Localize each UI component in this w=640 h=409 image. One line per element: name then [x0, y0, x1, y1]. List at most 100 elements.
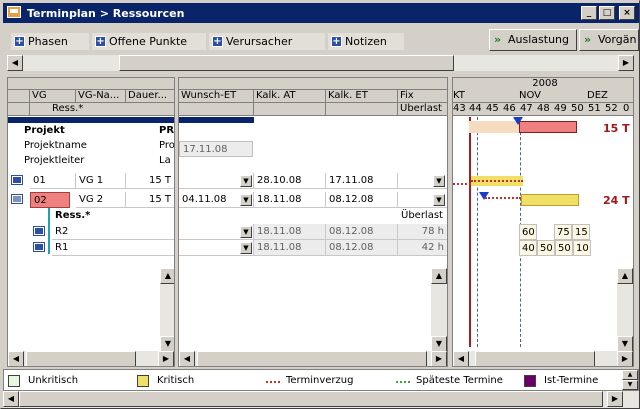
- vg-cell-selected[interactable]: 02: [30, 192, 70, 208]
- project-critical-bar[interactable]: [519, 121, 577, 133]
- resource-name-cell[interactable]: R1: [52, 240, 174, 256]
- scrollbar-thumb[interactable]: [19, 391, 603, 407]
- vg-header[interactable]: VG: [30, 90, 76, 103]
- scroll-right-icon[interactable]: ▶: [158, 351, 174, 366]
- kalk-et-header[interactable]: Kalk. ET: [326, 90, 398, 103]
- project-info-panel: Projekt PR Projektname Pro Projektleiter…: [8, 123, 175, 171]
- scroll-left-icon[interactable]: ◀: [453, 351, 469, 366]
- expand-icon[interactable]: [11, 175, 23, 185]
- dropdown-arrow-icon[interactable]: ▼: [240, 226, 252, 238]
- scroll-up-icon[interactable]: ▲: [622, 370, 638, 380]
- legend-label: Unkritisch: [28, 375, 79, 386]
- load-cell: 50: [537, 240, 555, 256]
- scroll-right-icon[interactable]: ▶: [617, 351, 633, 366]
- offene-punkte-button[interactable]: + Offene Punkte: [92, 33, 206, 50]
- projektleiter-label: Projektleiter: [24, 155, 85, 166]
- tree-header: [8, 90, 30, 103]
- tree-header-2: [8, 103, 30, 116]
- kalk-at-cell[interactable]: 18.11.08: [254, 192, 326, 208]
- legend-label: Späteste Termine: [416, 375, 503, 386]
- dropdown-arrow-icon[interactable]: ▼: [240, 175, 252, 187]
- scroll-down-icon[interactable]: ▼: [622, 380, 638, 390]
- gantt-chart-pane: 2008 KT NOV DEZ 43 44 45 46 47 48 49 50 …: [452, 77, 634, 367]
- collapse-icon[interactable]: [11, 194, 23, 204]
- scrollbar-thumb[interactable]: [119, 55, 454, 71]
- mid-blank-subheader: [254, 103, 326, 116]
- auslastung-button[interactable]: » Auslastung: [489, 29, 577, 51]
- dauer-cell[interactable]: 15 T: [126, 173, 174, 189]
- vg2-bar[interactable]: [521, 194, 579, 206]
- wunsch-et-header[interactable]: Wunsch-ET: [179, 90, 254, 103]
- gantt-months: KT NOV DEZ: [453, 90, 633, 103]
- verursacher-button[interactable]: + Verursacher: [209, 33, 325, 50]
- mid-blank-header: [179, 78, 447, 90]
- kalk-et-cell[interactable]: 17.11.08: [326, 173, 398, 189]
- dropdown-arrow-icon[interactable]: ▼: [433, 175, 445, 187]
- plus-icon: +: [212, 36, 223, 47]
- vg2-duration-label: 24 T: [603, 194, 630, 207]
- mid-blank-subheader: [179, 103, 254, 116]
- scrollbar-thumb[interactable]: [26, 351, 136, 366]
- vg-name-cell[interactable]: VG 2: [76, 192, 126, 208]
- top-horizontal-scrollbar[interactable]: ◀ ▶: [7, 55, 634, 71]
- notizen-button[interactable]: + Notizen: [328, 33, 404, 50]
- projektname-value: Pro: [159, 140, 175, 151]
- dauer-header[interactable]: Dauer...: [126, 90, 174, 103]
- res-kalk-at-cell: 18.11.08: [254, 240, 326, 256]
- dauer-cell[interactable]: 15 T: [126, 192, 174, 208]
- scrollbar-thumb[interactable]: [197, 351, 427, 366]
- scroll-left-icon[interactable]: ◀: [8, 351, 24, 366]
- scroll-down-icon[interactable]: ▼: [617, 336, 633, 352]
- today-line: [469, 117, 471, 347]
- project-value: PR: [159, 125, 175, 136]
- scroll-right-icon[interactable]: ▶: [607, 391, 623, 407]
- mid-horizontal-scrollbar[interactable]: ◀ ▶: [179, 351, 447, 366]
- scroll-right-icon[interactable]: ▶: [431, 351, 447, 366]
- kalk-et-cell[interactable]: 08.12.08: [326, 192, 398, 208]
- ress-header[interactable]: Ress.*: [30, 103, 174, 116]
- vg-cell[interactable]: 01: [30, 173, 76, 189]
- scroll-left-icon[interactable]: ◀: [3, 391, 19, 407]
- res-kalk-at-cell: 18.11.08: [254, 224, 326, 240]
- dropdown-arrow-icon[interactable]: ▼: [433, 194, 445, 206]
- scroll-up-icon[interactable]: ▲: [617, 268, 633, 284]
- scroll-right-icon[interactable]: ▶: [618, 55, 634, 71]
- projektleiter-value: La: [159, 155, 171, 166]
- close-button[interactable]: ×: [619, 6, 635, 20]
- gantt-vertical-scrollbar[interactable]: ▲ ▼: [617, 268, 633, 352]
- scroll-down-icon[interactable]: ▼: [431, 336, 447, 352]
- scroll-up-icon[interactable]: ▲: [431, 268, 447, 284]
- ist-termine-swatch: [524, 375, 536, 387]
- left-horizontal-scrollbar[interactable]: ◀ ▶: [8, 351, 174, 366]
- ueberlast-header[interactable]: Überlast: [398, 103, 447, 116]
- fix-header[interactable]: Fix: [398, 90, 447, 103]
- kalk-at-cell[interactable]: 28.10.08: [254, 173, 326, 189]
- kalk-at-header[interactable]: Kalk. AT: [254, 90, 326, 103]
- project-bar[interactable]: [469, 121, 519, 133]
- notizen-label: Notizen: [345, 35, 387, 48]
- mid-vertical-scrollbar[interactable]: ▲ ▼: [431, 268, 447, 352]
- vg-name-cell[interactable]: VG 1: [76, 173, 126, 189]
- scroll-left-icon[interactable]: ◀: [179, 351, 195, 366]
- left-grid-pane: VG VG-Na... Dauer... Ress.* Projekt PR P…: [7, 77, 175, 367]
- unkritisch-swatch: [8, 375, 20, 387]
- bottom-horizontal-scrollbar[interactable]: ◀ ▶: [3, 391, 639, 408]
- scroll-left-icon[interactable]: ◀: [7, 55, 23, 71]
- legend-scrollbar[interactable]: ▲ ▼: [622, 370, 638, 390]
- scrollbar-thumb[interactable]: [475, 351, 595, 366]
- res-kalk-et-cell: 08.12.08: [326, 240, 398, 256]
- resource-name-cell[interactable]: R2: [52, 224, 174, 240]
- left-vertical-scrollbar[interactable]: ▲ ▼: [160, 268, 174, 352]
- gantt-horizontal-scrollbar[interactable]: ◀ ▶: [453, 351, 633, 366]
- vg-name-header[interactable]: VG-Na...: [76, 90, 126, 103]
- vorgaenge-button[interactable]: » Vorgän: [579, 29, 639, 51]
- minimize-button[interactable]: _: [581, 6, 597, 20]
- week-49: 49: [554, 103, 567, 114]
- dropdown-arrow-icon[interactable]: ▼: [240, 194, 252, 206]
- phasen-button[interactable]: + Phasen: [11, 33, 89, 50]
- dropdown-arrow-icon[interactable]: ▼: [240, 242, 252, 254]
- scroll-down-icon[interactable]: ▼: [160, 336, 174, 352]
- vorgaenge-label: Vorgän: [598, 33, 637, 46]
- scroll-up-icon[interactable]: ▲: [160, 268, 174, 284]
- maximize-button[interactable]: □: [599, 6, 615, 20]
